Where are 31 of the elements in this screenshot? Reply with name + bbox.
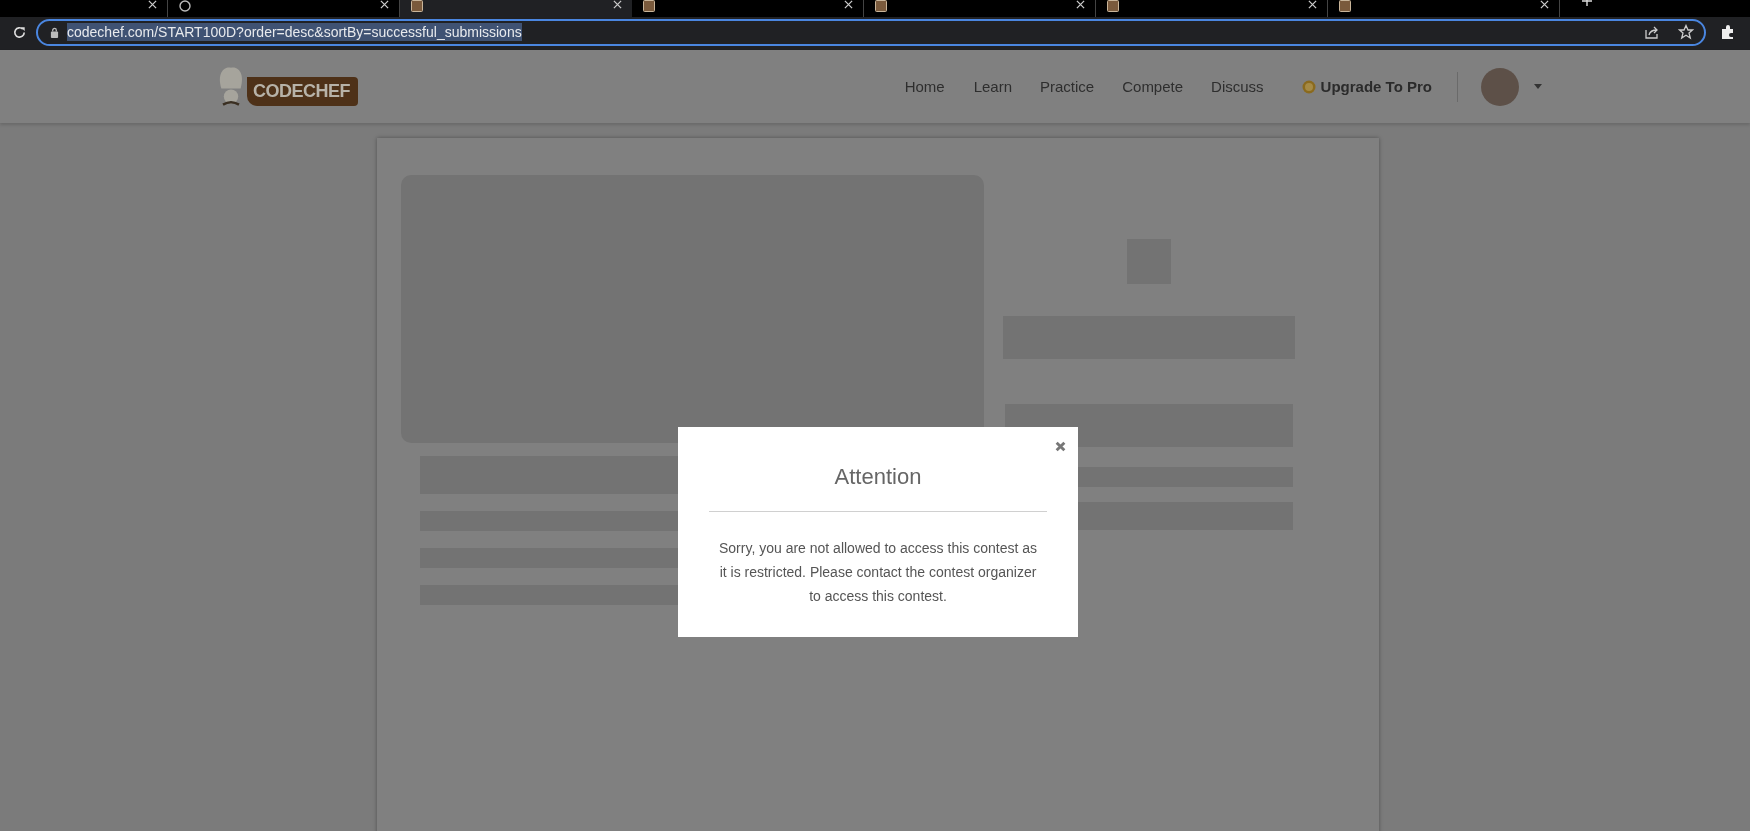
url-text: codechef.com/START100D?order=desc&sortBy=successful_submissions [67,23,522,41]
globe-icon [178,0,192,12]
nav-link[interactable]: Discuss [1211,78,1264,95]
nav-link[interactable]: Compete [1122,78,1184,95]
badge-icon [1301,79,1316,94]
site-icon [642,0,656,12]
site-icon [1338,0,1352,12]
dialog-title: Attention [833,464,923,490]
caret-icon[interactable] [1534,84,1542,89]
nav-link[interactable]: Practice [1040,78,1095,95]
close-icon[interactable] [1540,0,1549,9]
nav-link[interactable]: Learn [973,78,1012,95]
close-icon[interactable] [844,0,853,9]
close-icon[interactable] [1076,0,1085,9]
site-icon [410,0,424,12]
reload-icon[interactable] [12,24,27,40]
close-icon[interactable] [613,0,622,9]
site-icon [1106,0,1120,12]
close-icon[interactable] [148,0,157,9]
nav-link[interactable]: Home [904,78,945,95]
logo-text: CODECHEF [247,76,358,106]
dialog-message: Sorry, you are not allowed to access this contest as it is restricted. Please contact the contest organizer to access this contest. [718,539,1038,606]
close-icon[interactable] [1308,0,1317,9]
site-icon [874,0,888,12]
address-field[interactable]: codechef.com/START100D?order=desc&sortBy=successful_submissions [36,18,1706,46]
upgrade-link[interactable]: Upgrade To Pro [1301,78,1432,95]
puzzle-icon[interactable] [1720,24,1736,40]
share-icon[interactable] [1644,24,1660,40]
close-icon[interactable] [380,0,389,9]
lock-icon [50,26,59,38]
star-icon[interactable] [1678,24,1694,40]
